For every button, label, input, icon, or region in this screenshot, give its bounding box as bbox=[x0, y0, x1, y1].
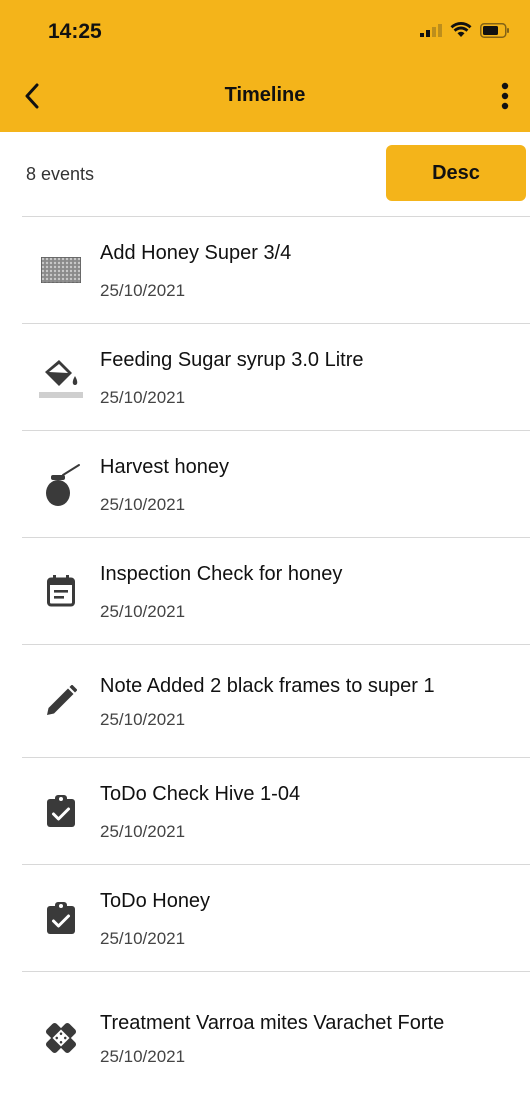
event-date: 25/10/2021 bbox=[100, 709, 186, 729]
more-options-button[interactable] bbox=[488, 76, 522, 116]
clipboard-check-icon bbox=[22, 902, 100, 934]
event-date: 25/10/2021 bbox=[100, 928, 186, 948]
event-date: 25/10/2021 bbox=[100, 280, 186, 300]
event-date: 25/10/2021 bbox=[100, 821, 186, 841]
honey-pot-icon bbox=[22, 461, 100, 507]
event-title: Add Honey Super 3/4 bbox=[100, 241, 292, 264]
timeline-event[interactable]: ToDo Check Hive 1-04 25/10/2021 bbox=[22, 758, 530, 865]
timeline-event[interactable]: Treatment Varroa mites Varachet Forte 25… bbox=[22, 972, 530, 1104]
timeline-event[interactable]: ToDo Honey 25/10/2021 bbox=[22, 865, 530, 972]
status-time: 14:25 bbox=[48, 20, 102, 43]
app-header: 14:25 Timeline bbox=[0, 0, 530, 132]
honeycomb-super-icon bbox=[22, 257, 100, 283]
battery-icon bbox=[480, 22, 509, 38]
event-title: Treatment Varroa mites Varachet Forte bbox=[100, 1011, 445, 1034]
timeline-event[interactable]: Note Added 2 black frames to super 1 25/… bbox=[22, 645, 530, 758]
event-date: 25/10/2021 bbox=[100, 1046, 186, 1066]
timeline-event[interactable]: Harvest honey 25/10/2021 bbox=[22, 431, 530, 538]
more-vertical-icon bbox=[501, 82, 509, 110]
event-title: ToDo Honey bbox=[100, 889, 211, 912]
event-title: Inspection Check for honey bbox=[100, 562, 343, 585]
event-title: Harvest honey bbox=[100, 455, 229, 478]
clipboard-check-icon bbox=[22, 795, 100, 827]
sort-desc-button[interactable]: Desc bbox=[386, 145, 526, 201]
pencil-icon bbox=[22, 685, 100, 717]
event-title: ToDo Check Hive 1-04 bbox=[100, 782, 301, 805]
list-toolbar: 8 events Desc bbox=[22, 132, 530, 217]
bandage-icon bbox=[22, 1018, 100, 1058]
timeline-event[interactable]: Add Honey Super 3/4 25/10/2021 bbox=[22, 217, 530, 324]
cellular-signal-icon bbox=[420, 24, 442, 37]
event-title: Feeding Sugar syrup 3.0 Litre bbox=[100, 348, 364, 371]
nav-bar: Timeline bbox=[0, 62, 530, 132]
event-date: 25/10/2021 bbox=[100, 494, 186, 514]
timeline-event[interactable]: Feeding Sugar syrup 3.0 Litre 25/10/2021 bbox=[22, 324, 530, 431]
status-bar: 14:25 bbox=[0, 0, 530, 62]
timeline-event[interactable]: Inspection Check for honey 25/10/2021 bbox=[22, 538, 530, 645]
event-date: 25/10/2021 bbox=[100, 387, 186, 407]
paint-bucket-icon bbox=[22, 354, 100, 400]
event-title: Note Added 2 black frames to super 1 bbox=[100, 674, 435, 697]
system-indicators bbox=[420, 22, 510, 38]
page-title: Timeline bbox=[224, 84, 306, 106]
event-date: 25/10/2021 bbox=[100, 601, 186, 621]
event-count: 8 events bbox=[26, 164, 95, 184]
timeline-list: Add Honey Super 3/4 25/10/2021 Feeding S… bbox=[0, 217, 530, 1104]
wifi-icon bbox=[450, 22, 472, 37]
calendar-note-icon bbox=[22, 575, 100, 607]
